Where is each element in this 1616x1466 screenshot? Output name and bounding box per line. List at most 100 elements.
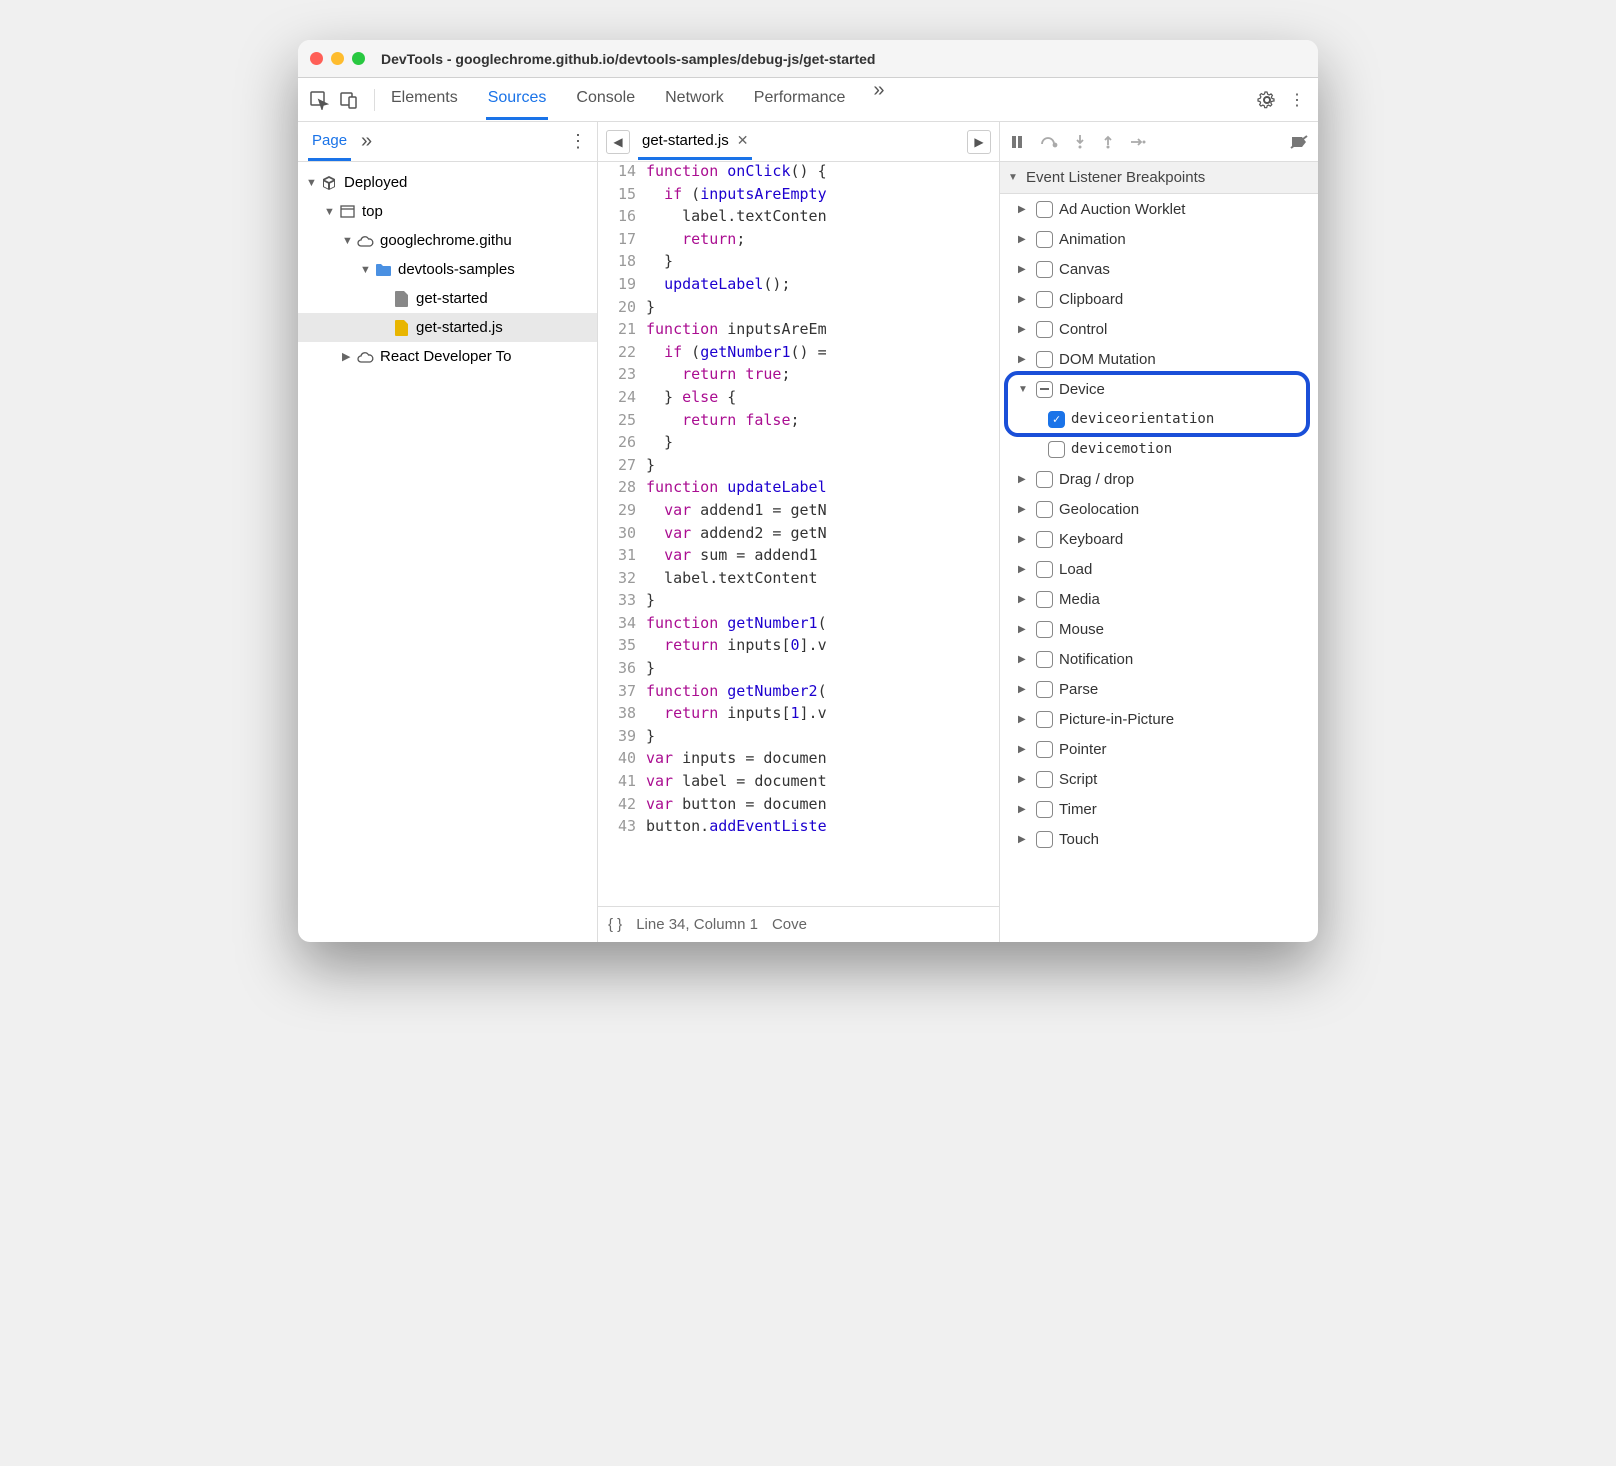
tab-console[interactable]: Console [574,79,637,120]
bp-category[interactable]: ▼Device [1000,374,1318,404]
bp-category[interactable]: ▶Ad Auction Worklet [1000,194,1318,224]
minimize-window-button[interactable] [331,52,344,65]
checkbox[interactable] [1036,381,1053,398]
pause-icon[interactable] [1010,135,1024,149]
inspect-icon[interactable] [308,89,330,111]
kebab-menu-icon[interactable]: ⋮ [1286,89,1308,111]
checkbox[interactable]: ✓ [1048,411,1065,428]
chevron-right-icon: ▶ [1018,804,1030,815]
checkbox[interactable] [1036,801,1053,818]
checkbox[interactable] [1036,351,1053,368]
tree-top[interactable]: ▼top [298,197,597,226]
checkbox[interactable] [1036,231,1053,248]
checkbox[interactable] [1036,561,1053,578]
checkbox[interactable] [1036,681,1053,698]
checkbox[interactable] [1036,261,1053,278]
checkbox[interactable] [1036,531,1053,548]
checkbox[interactable] [1036,471,1053,488]
checkbox[interactable] [1036,621,1053,638]
bp-category-label: Clipboard [1059,291,1123,308]
chevron-right-icon: ▶ [1018,654,1030,665]
close-window-button[interactable] [310,52,323,65]
sidebar-menu-icon[interactable]: ⋮ [569,131,587,152]
checkbox[interactable] [1036,321,1053,338]
checkbox[interactable] [1036,591,1053,608]
bp-category-label: DOM Mutation [1059,351,1156,368]
tree-folder[interactable]: ▼devtools-samples [298,255,597,284]
debugger-panel: ▼ Event Listener Breakpoints ▶Ad Auction… [1000,122,1318,942]
bp-category[interactable]: ▶Control [1000,314,1318,344]
file-icon [392,290,410,308]
checkbox[interactable] [1036,711,1053,728]
code-area[interactable]: 14function onClick() {15 if (inputsAreEm… [598,162,999,906]
nav-prev-button[interactable]: ◀ [606,130,630,154]
titlebar: DevTools - googlechrome.github.io/devtoo… [298,40,1318,78]
tree-extension[interactable]: ▶React Developer To [298,342,597,371]
sidebar-more-icon[interactable]: » [361,130,372,153]
bp-category[interactable]: ▶Script [1000,764,1318,794]
bp-category[interactable]: ▶Touch [1000,824,1318,854]
bp-event[interactable]: ✓deviceorientation [1000,404,1318,434]
bp-category[interactable]: ▶Animation [1000,224,1318,254]
step-icon[interactable] [1130,136,1146,148]
breakpoints-section-header[interactable]: ▼ Event Listener Breakpoints [1000,162,1318,194]
window-controls [310,52,365,65]
chevron-right-icon: ▶ [1018,504,1030,515]
step-out-icon[interactable] [1102,134,1114,150]
checkbox[interactable] [1036,741,1053,758]
bp-category[interactable]: ▶Clipboard [1000,284,1318,314]
content-area: Page » ⋮ ▼Deployed ▼top ▼googlechrome.gi… [298,122,1318,942]
editor-status-bar: { } Line 34, Column 1 Cove [598,906,999,942]
sidebar-tab-page[interactable]: Page [308,123,351,161]
chevron-right-icon: ▶ [1018,564,1030,575]
bp-category[interactable]: ▶Load [1000,554,1318,584]
device-toggle-icon[interactable] [338,89,360,111]
maximize-window-button[interactable] [352,52,365,65]
bp-category[interactable]: ▶Canvas [1000,254,1318,284]
more-tabs-icon[interactable]: » [873,79,884,120]
bp-category-label: Mouse [1059,621,1104,638]
checkbox[interactable] [1036,291,1053,308]
bp-category[interactable]: ▶Mouse [1000,614,1318,644]
tab-sources[interactable]: Sources [486,79,549,120]
checkbox[interactable] [1036,771,1053,788]
bp-category-label: Touch [1059,831,1099,848]
main-toolbar: Elements Sources Console Network Perform… [298,78,1318,122]
checkbox[interactable] [1036,831,1053,848]
tree-file-js[interactable]: get-started.js [298,313,597,342]
checkbox[interactable] [1036,501,1053,518]
file-tab[interactable]: get-started.js ✕ [638,124,752,160]
section-title: Event Listener Breakpoints [1026,169,1205,186]
bp-category[interactable]: ▶Keyboard [1000,524,1318,554]
tab-elements[interactable]: Elements [389,79,460,120]
tab-performance[interactable]: Performance [752,79,848,120]
close-tab-icon[interactable]: ✕ [737,132,749,149]
bp-category[interactable]: ▶Timer [1000,794,1318,824]
bp-category[interactable]: ▶Notification [1000,644,1318,674]
bp-category[interactable]: ▶Parse [1000,674,1318,704]
step-into-icon[interactable] [1074,134,1086,150]
nav-next-button[interactable]: ▶ [967,130,991,154]
settings-icon[interactable] [1256,89,1278,111]
bp-category-label: Animation [1059,231,1126,248]
checkbox[interactable] [1036,201,1053,218]
tab-network[interactable]: Network [663,79,726,120]
deactivate-breakpoints-icon[interactable] [1290,134,1308,150]
tree-file-html[interactable]: get-started [298,284,597,313]
bp-category[interactable]: ▶Media [1000,584,1318,614]
tree-host[interactable]: ▼googlechrome.githu [298,226,597,255]
bp-category[interactable]: ▶ Geolocation [1000,494,1318,524]
bp-event[interactable]: devicemotion [1000,434,1318,464]
bp-category[interactable]: ▶DOM Mutation [1000,344,1318,374]
bp-category-label: Geolocation [1059,501,1139,518]
tree-deployed[interactable]: ▼Deployed [298,168,597,197]
bp-category[interactable]: ▶Drag / drop [1000,464,1318,494]
step-over-icon[interactable] [1040,135,1058,149]
bp-category[interactable]: ▶Pointer [1000,734,1318,764]
chevron-right-icon: ▶ [1018,594,1030,605]
pretty-print-icon[interactable]: { } [608,916,622,933]
bp-category[interactable]: ▶Picture-in-Picture [1000,704,1318,734]
checkbox[interactable] [1048,441,1065,458]
cloud-icon [356,232,374,250]
checkbox[interactable] [1036,651,1053,668]
